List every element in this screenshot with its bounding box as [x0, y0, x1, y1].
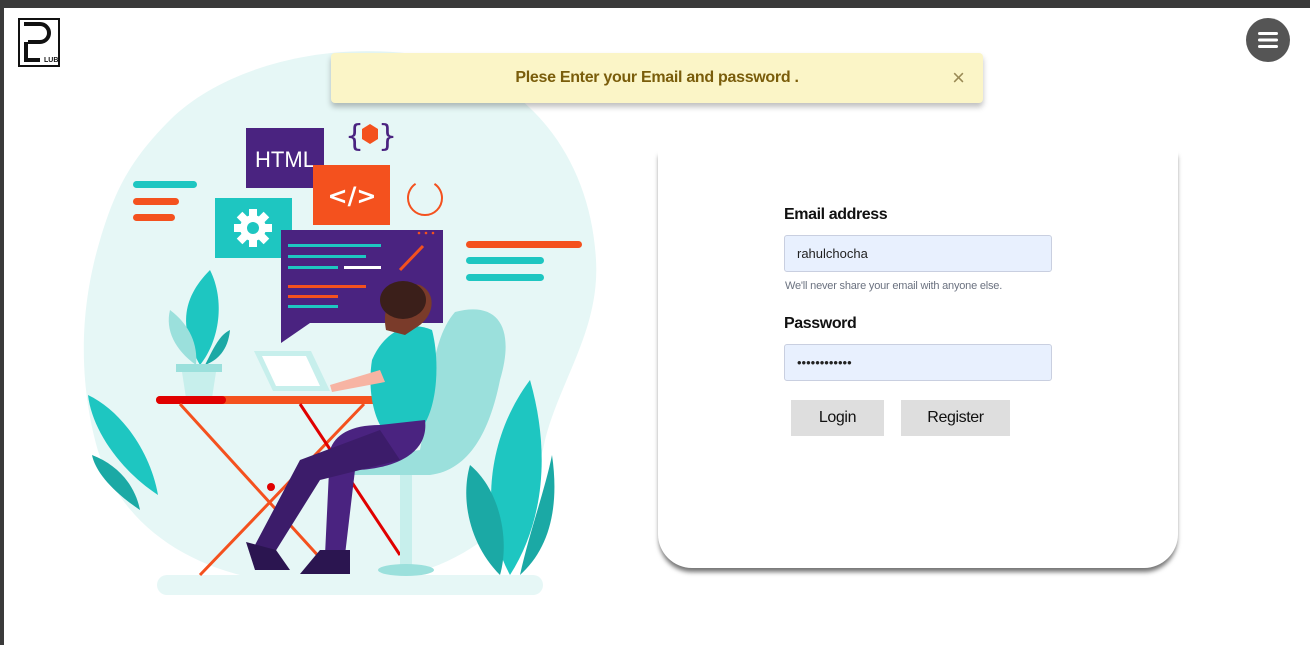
- developer-illustration: HTML { } </>: [83, 51, 597, 595]
- club-logo[interactable]: LUB: [18, 18, 60, 67]
- svg-text:HTML: HTML: [255, 147, 315, 172]
- email-hint: We'll never share your email with anyone…: [785, 280, 1003, 292]
- email-input[interactable]: [784, 235, 1052, 272]
- svg-text:LUB: LUB: [44, 57, 58, 64]
- svg-text:{: {: [345, 119, 364, 154]
- email-label: Email address: [784, 206, 888, 223]
- alert-message: Plese Enter your Email and password .: [515, 69, 799, 86]
- browser-left-border: [0, 0, 4, 645]
- svg-text:</>: </>: [328, 182, 377, 210]
- password-input[interactable]: [784, 344, 1052, 381]
- password-label: Password: [784, 315, 857, 332]
- menu-button[interactable]: [1246, 18, 1290, 62]
- alert-close-button[interactable]: ×: [952, 67, 965, 89]
- login-button[interactable]: Login: [791, 400, 884, 436]
- alert-banner: Plese Enter your Email and password . ×: [331, 53, 983, 103]
- browser-top-border: [0, 0, 1310, 8]
- hamburger-icon: [1258, 32, 1278, 48]
- svg-text:}: }: [378, 119, 397, 154]
- register-button[interactable]: Register: [901, 400, 1010, 436]
